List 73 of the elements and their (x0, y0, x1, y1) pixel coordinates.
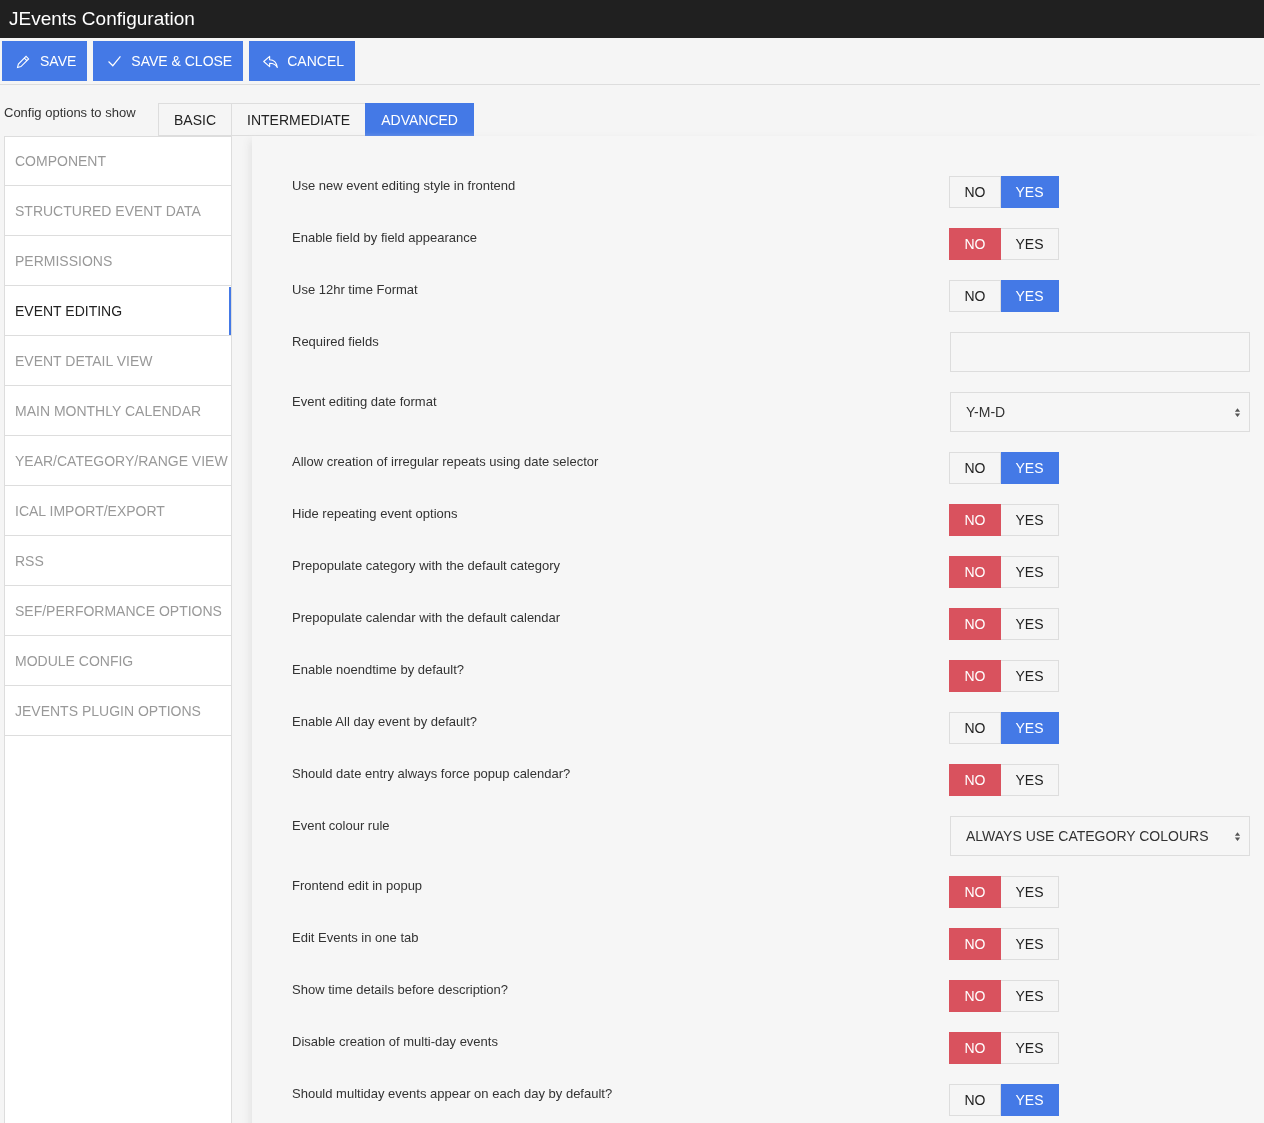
sidebar-item[interactable]: EVENT EDITING (5, 286, 231, 336)
setting-label: Hide repeating event options (292, 506, 459, 521)
toggle-option[interactable]: YES (1001, 452, 1059, 484)
config-level-label: Config options to show (4, 105, 137, 120)
sidebar-item[interactable]: YEAR/CATEGORY/RANGE VIEW (5, 436, 231, 486)
toggle-option[interactable]: NO (949, 556, 1001, 588)
setting-label: Allow creation of irregular repeats using date selector (292, 454, 600, 469)
toggle-option[interactable]: YES (1001, 608, 1059, 640)
setting-label: Required fields (292, 334, 380, 349)
sidebar-item[interactable]: PERMISSIONS (5, 236, 231, 286)
setting-label: Use 12hr time Format (292, 282, 419, 297)
setting-label: Frontend edit in popup (292, 878, 424, 893)
toggle-option[interactable]: NO (949, 452, 1001, 484)
toggle-option[interactable]: NO (949, 980, 1001, 1012)
toggle-option[interactable]: YES (1001, 928, 1059, 960)
setting-label: Enable field by field appearance (292, 230, 479, 245)
toggle-option[interactable]: NO (949, 660, 1001, 692)
toggle-option[interactable]: YES (1001, 660, 1059, 692)
setting-label: Use new event editing style in frontend (292, 178, 517, 193)
toggle-option[interactable]: NO (949, 608, 1001, 640)
setting-label: Event editing date format (292, 394, 438, 409)
setting-label: Enable All day event by default? (292, 714, 479, 729)
sidebar-item[interactable]: STRUCTURED EVENT DATA (5, 186, 231, 236)
dropdown-field[interactable]: ALWAYS USE CATEGORY COLOURS (950, 816, 1250, 856)
window-title: JEvents Configuration (9, 8, 195, 30)
toggle-option[interactable]: NO (949, 712, 1001, 744)
dropdown-field[interactable]: Y-M-D (950, 392, 1250, 432)
toggle-option[interactable]: NO (949, 764, 1001, 796)
up-down-arrows-icon (1234, 406, 1241, 418)
toolbar-button[interactable]: CANCEL (249, 41, 355, 81)
sidebar-item[interactable]: JEVENTS PLUGIN OPTIONS (5, 686, 231, 736)
up-down-arrows-icon (1234, 830, 1241, 842)
setting-label: Should date entry always force popup calendar? (292, 766, 572, 781)
toggle-option[interactable]: YES (1001, 876, 1059, 908)
sidebar-item[interactable]: ICAL IMPORT/EXPORT (5, 486, 231, 536)
toggle-option[interactable]: YES (1001, 1032, 1059, 1064)
setting-label: Enable noendtime by default? (292, 662, 465, 677)
sidebar-item[interactable]: MAIN MONTHLY CALENDAR (5, 386, 231, 436)
setting-label: Should multiday events appear on each day by default? (292, 1086, 614, 1101)
setting-label: Show time details before description? (292, 982, 510, 997)
sidebar-item[interactable]: SEF/PERFORMANCE OPTIONS (5, 586, 231, 636)
sidebar-item[interactable]: MODULE CONFIG (5, 636, 231, 686)
level-tab[interactable]: INTERMEDIATE (231, 103, 366, 136)
setting-label: Edit Events in one tab (292, 930, 420, 945)
toggle-option[interactable]: YES (1001, 712, 1059, 744)
toggle-option[interactable]: YES (1001, 228, 1059, 260)
setting-label: Event colour rule (292, 818, 391, 833)
setting-label: Prepopulate calendar with the default calendar (292, 610, 562, 625)
toolbar-button[interactable]: SAVE & CLOSE (93, 41, 244, 81)
sidebar-item[interactable]: COMPONENT (5, 136, 231, 186)
toggle-option[interactable]: YES (1001, 504, 1059, 536)
toggle-option[interactable]: YES (1001, 280, 1059, 312)
toggle-option[interactable]: NO (949, 176, 1001, 208)
level-tab[interactable]: ADVANCED (365, 103, 474, 136)
toggle-option[interactable]: NO (949, 228, 1001, 260)
toggle-option[interactable]: NO (949, 928, 1001, 960)
level-tab[interactable]: BASIC (158, 103, 231, 136)
sidebar-item[interactable]: EVENT DETAIL VIEW (5, 336, 231, 386)
toggle-option[interactable]: NO (949, 504, 1001, 536)
toggle-option[interactable]: NO (949, 1032, 1001, 1064)
setting-label: Prepopulate category with the default category (292, 558, 562, 573)
setting-label: Disable creation of multi-day events (292, 1034, 499, 1049)
toggle-option[interactable]: YES (1001, 556, 1059, 588)
toggle-option[interactable]: YES (1001, 764, 1059, 796)
toggle-option[interactable]: NO (949, 1084, 1001, 1116)
toggle-option[interactable]: YES (1001, 980, 1059, 1012)
toggle-option[interactable]: YES (1001, 176, 1059, 208)
sidebar-item[interactable]: RSS (5, 536, 231, 586)
text-field[interactable] (950, 332, 1250, 372)
toggle-option[interactable]: NO (949, 280, 1001, 312)
toggle-option[interactable]: YES (1001, 1084, 1059, 1116)
toolbar-button[interactable]: SAVE (2, 41, 88, 81)
toggle-option[interactable]: NO (949, 876, 1001, 908)
